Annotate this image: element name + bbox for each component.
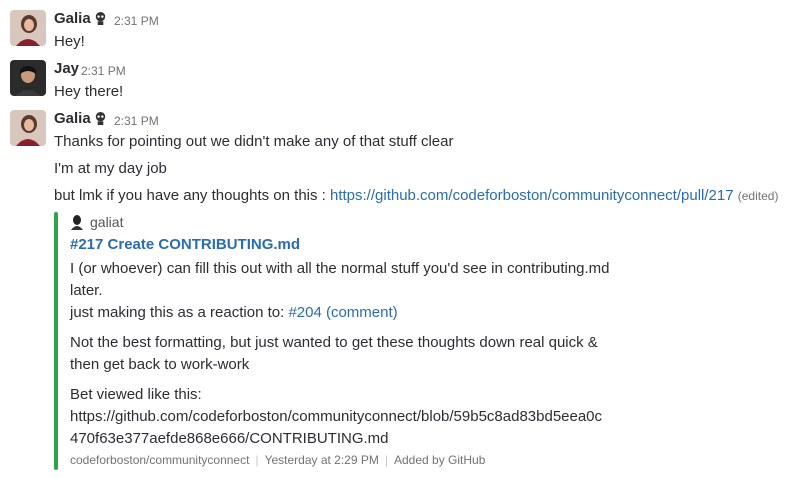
attachment-reaction-line: just making this as a reaction to: #204 … <box>70 304 398 321</box>
message-text: Hey! <box>54 33 85 50</box>
footer-repo[interactable]: codeforboston/communityconnect <box>70 453 249 467</box>
author-name[interactable]: Galia <box>54 10 91 27</box>
github-attachment: galiat #217 Create CONTRIBUTING.md I (or… <box>54 212 794 470</box>
attachment-body-line: then get back to work-work <box>70 356 250 373</box>
attachment-body-line: I (or whoever) can fill this out with al… <box>70 260 610 277</box>
message-text: Hey there! <box>54 83 124 100</box>
message-text: Thanks for pointing out we didn't make a… <box>54 133 454 150</box>
attachment-body-line: later. <box>70 282 103 299</box>
avatar[interactable] <box>10 10 46 46</box>
contributing-file-link[interactable]: 470f63e377aefde868e666/CONTRIBUTING.md <box>70 430 389 447</box>
footer-time[interactable]: Yesterday at 2:29 PM <box>265 453 379 467</box>
timestamp[interactable]: 2:31 PM <box>81 64 126 78</box>
github-icon <box>93 11 108 26</box>
attachment-footer: codeforboston/communityconnect | Yesterday… <box>70 453 485 467</box>
attachment-body-line: Bet viewed like this: <box>70 386 202 403</box>
link-prefix: but lmk if you have any thoughts on this… <box>54 187 330 204</box>
attachment-author-name[interactable]: galiat <box>90 214 123 230</box>
issue-comment-link[interactable]: #204 (comment) <box>288 304 397 321</box>
attachment-author[interactable]: galiat <box>70 214 123 233</box>
footer-separator: | <box>255 453 259 467</box>
avatar[interactable] <box>10 60 46 96</box>
github-icon <box>93 111 108 126</box>
author-name[interactable]: Galia <box>54 110 91 127</box>
attachment-body-line: Not the best formatting, but just wanted… <box>70 334 598 351</box>
avatar[interactable] <box>10 110 46 146</box>
attachment-color-bar <box>54 212 58 470</box>
pull-request-link[interactable]: https://github.com/codeforboston/communi… <box>330 187 734 204</box>
timestamp[interactable]: 2:31 PM <box>114 14 159 28</box>
footer-separator: | <box>384 453 388 467</box>
edited-label: (edited) <box>737 189 779 203</box>
timestamp[interactable]: 2:31 PM <box>114 114 159 128</box>
author-name[interactable]: Jay <box>54 60 79 77</box>
contributing-file-link[interactable]: https://github.com/codeforboston/communi… <box>70 408 602 425</box>
message-text-with-link: but lmk if you have any thoughts on this… <box>54 187 778 204</box>
footer-source: Added by GitHub <box>393 453 486 467</box>
attachment-title-link[interactable]: #217 Create CONTRIBUTING.md <box>70 236 300 253</box>
author-avatar-icon <box>70 214 84 233</box>
message-text: I'm at my day job <box>54 160 167 177</box>
reaction-prefix: just making this as a reaction to: <box>70 304 289 321</box>
